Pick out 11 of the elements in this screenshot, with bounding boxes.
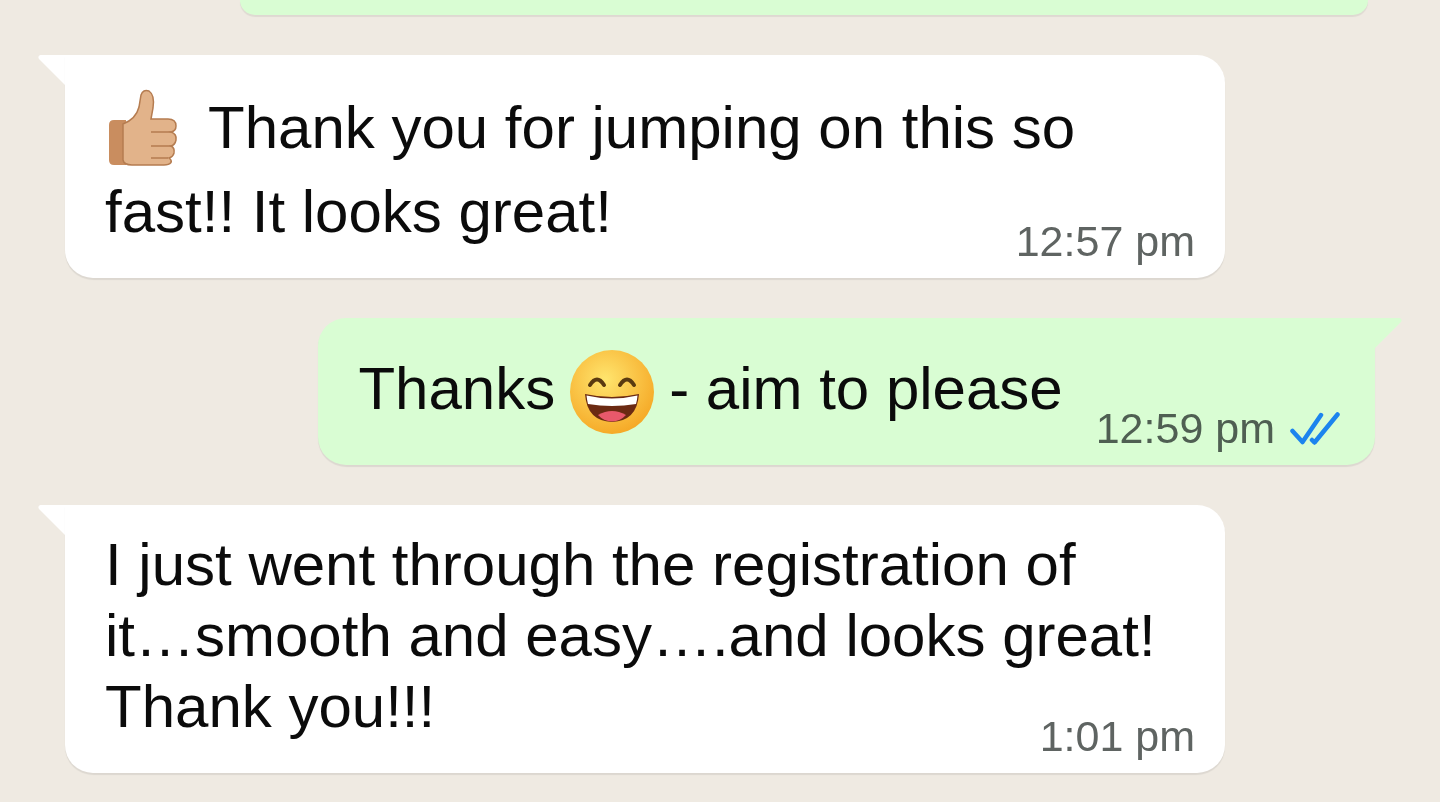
message-time: 12:57 pm (1015, 220, 1195, 263)
message-text: fast!! It looks great! (105, 177, 612, 247)
message-text: it…smooth and easy….and looks great! (105, 601, 1156, 671)
message-text: Thank you!!! (105, 672, 436, 742)
message-time: 1:01 pm (1039, 715, 1195, 758)
grinning-face-icon (570, 350, 655, 434)
message-text: Thanks (358, 353, 556, 424)
message-text: I just went through the registration of (105, 530, 1076, 600)
message-text: - aim to please (669, 353, 1063, 424)
message-time: 12:59 pm (1095, 407, 1275, 450)
message-text: Thank you for jumping on this so (208, 93, 1076, 163)
